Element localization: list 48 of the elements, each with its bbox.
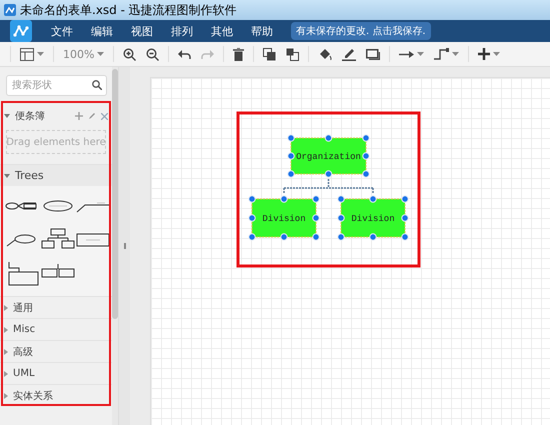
send-to-back-icon[interactable] <box>286 48 300 60</box>
pencil-icon[interactable] <box>342 47 356 61</box>
plus-icon[interactable] <box>478 48 490 60</box>
section-header[interactable]: UML <box>13 368 35 379</box>
app-logo-icon[interactable] <box>10 20 32 42</box>
node-label: Division <box>351 214 395 224</box>
org-chart-node[interactable]: Organization <box>290 138 366 174</box>
org-chart-node[interactable]: Division <box>340 198 406 238</box>
menu-item[interactable]: 帮助 <box>242 24 282 38</box>
scrollbar-thumb[interactable] <box>112 69 118 319</box>
org-chart-node[interactable]: Division <box>252 198 316 238</box>
section-header[interactable]: Misc <box>13 324 36 335</box>
section-header[interactable]: Trees <box>15 169 44 182</box>
zoom-out-icon[interactable] <box>146 48 160 60</box>
caret-icon[interactable] <box>37 52 44 56</box>
undo-icon[interactable] <box>178 50 192 58</box>
caret-icon[interactable] <box>452 52 460 56</box>
menu-item[interactable]: 排列 <box>162 24 202 38</box>
trash-icon[interactable] <box>233 48 244 60</box>
drawing-canvas[interactable]: Organization Division Division <box>150 77 550 425</box>
menu-item[interactable]: 视图 <box>122 24 162 38</box>
app-icon <box>4 4 16 16</box>
caret-icon[interactable] <box>97 52 104 56</box>
menu-item[interactable]: 文件 <box>42 24 82 38</box>
scratchpad-title[interactable]: 便条簿 <box>15 109 45 123</box>
section-header[interactable]: 高级 <box>13 344 33 358</box>
paint-bucket-icon[interactable] <box>318 48 332 60</box>
connector-line[interactable] <box>283 178 374 195</box>
search-field[interactable]: 搜索形状 <box>6 75 107 96</box>
caret-icon[interactable] <box>493 52 500 56</box>
unsaved-changes-notice[interactable]: 有未保存的更改. 点击我保存. <box>291 22 431 40</box>
bring-to-front-icon[interactable] <box>263 48 276 60</box>
node-label: Division <box>262 214 306 224</box>
search-icon[interactable] <box>92 80 102 90</box>
window-title: 未命名的表单.xsd - 迅捷流程图制作软件 <box>20 2 237 18</box>
layout-icon[interactable] <box>20 48 34 60</box>
expand-caret-icon[interactable] <box>4 174 10 178</box>
menu-item[interactable]: 其他 <box>202 24 242 38</box>
section-header[interactable]: 通用 <box>13 300 33 314</box>
section-header[interactable]: 实体关系 <box>13 388 53 402</box>
arrow-icon[interactable] <box>399 50 414 58</box>
node-label: Organization <box>296 152 361 162</box>
caret-icon[interactable] <box>417 52 424 56</box>
shadow-rect-icon[interactable] <box>366 48 380 60</box>
expand-caret-icon[interactable] <box>4 114 10 118</box>
menu-item[interactable]: 编辑 <box>82 24 122 38</box>
zoom-in-icon[interactable] <box>123 48 136 60</box>
connector-icon[interactable] <box>434 48 450 60</box>
